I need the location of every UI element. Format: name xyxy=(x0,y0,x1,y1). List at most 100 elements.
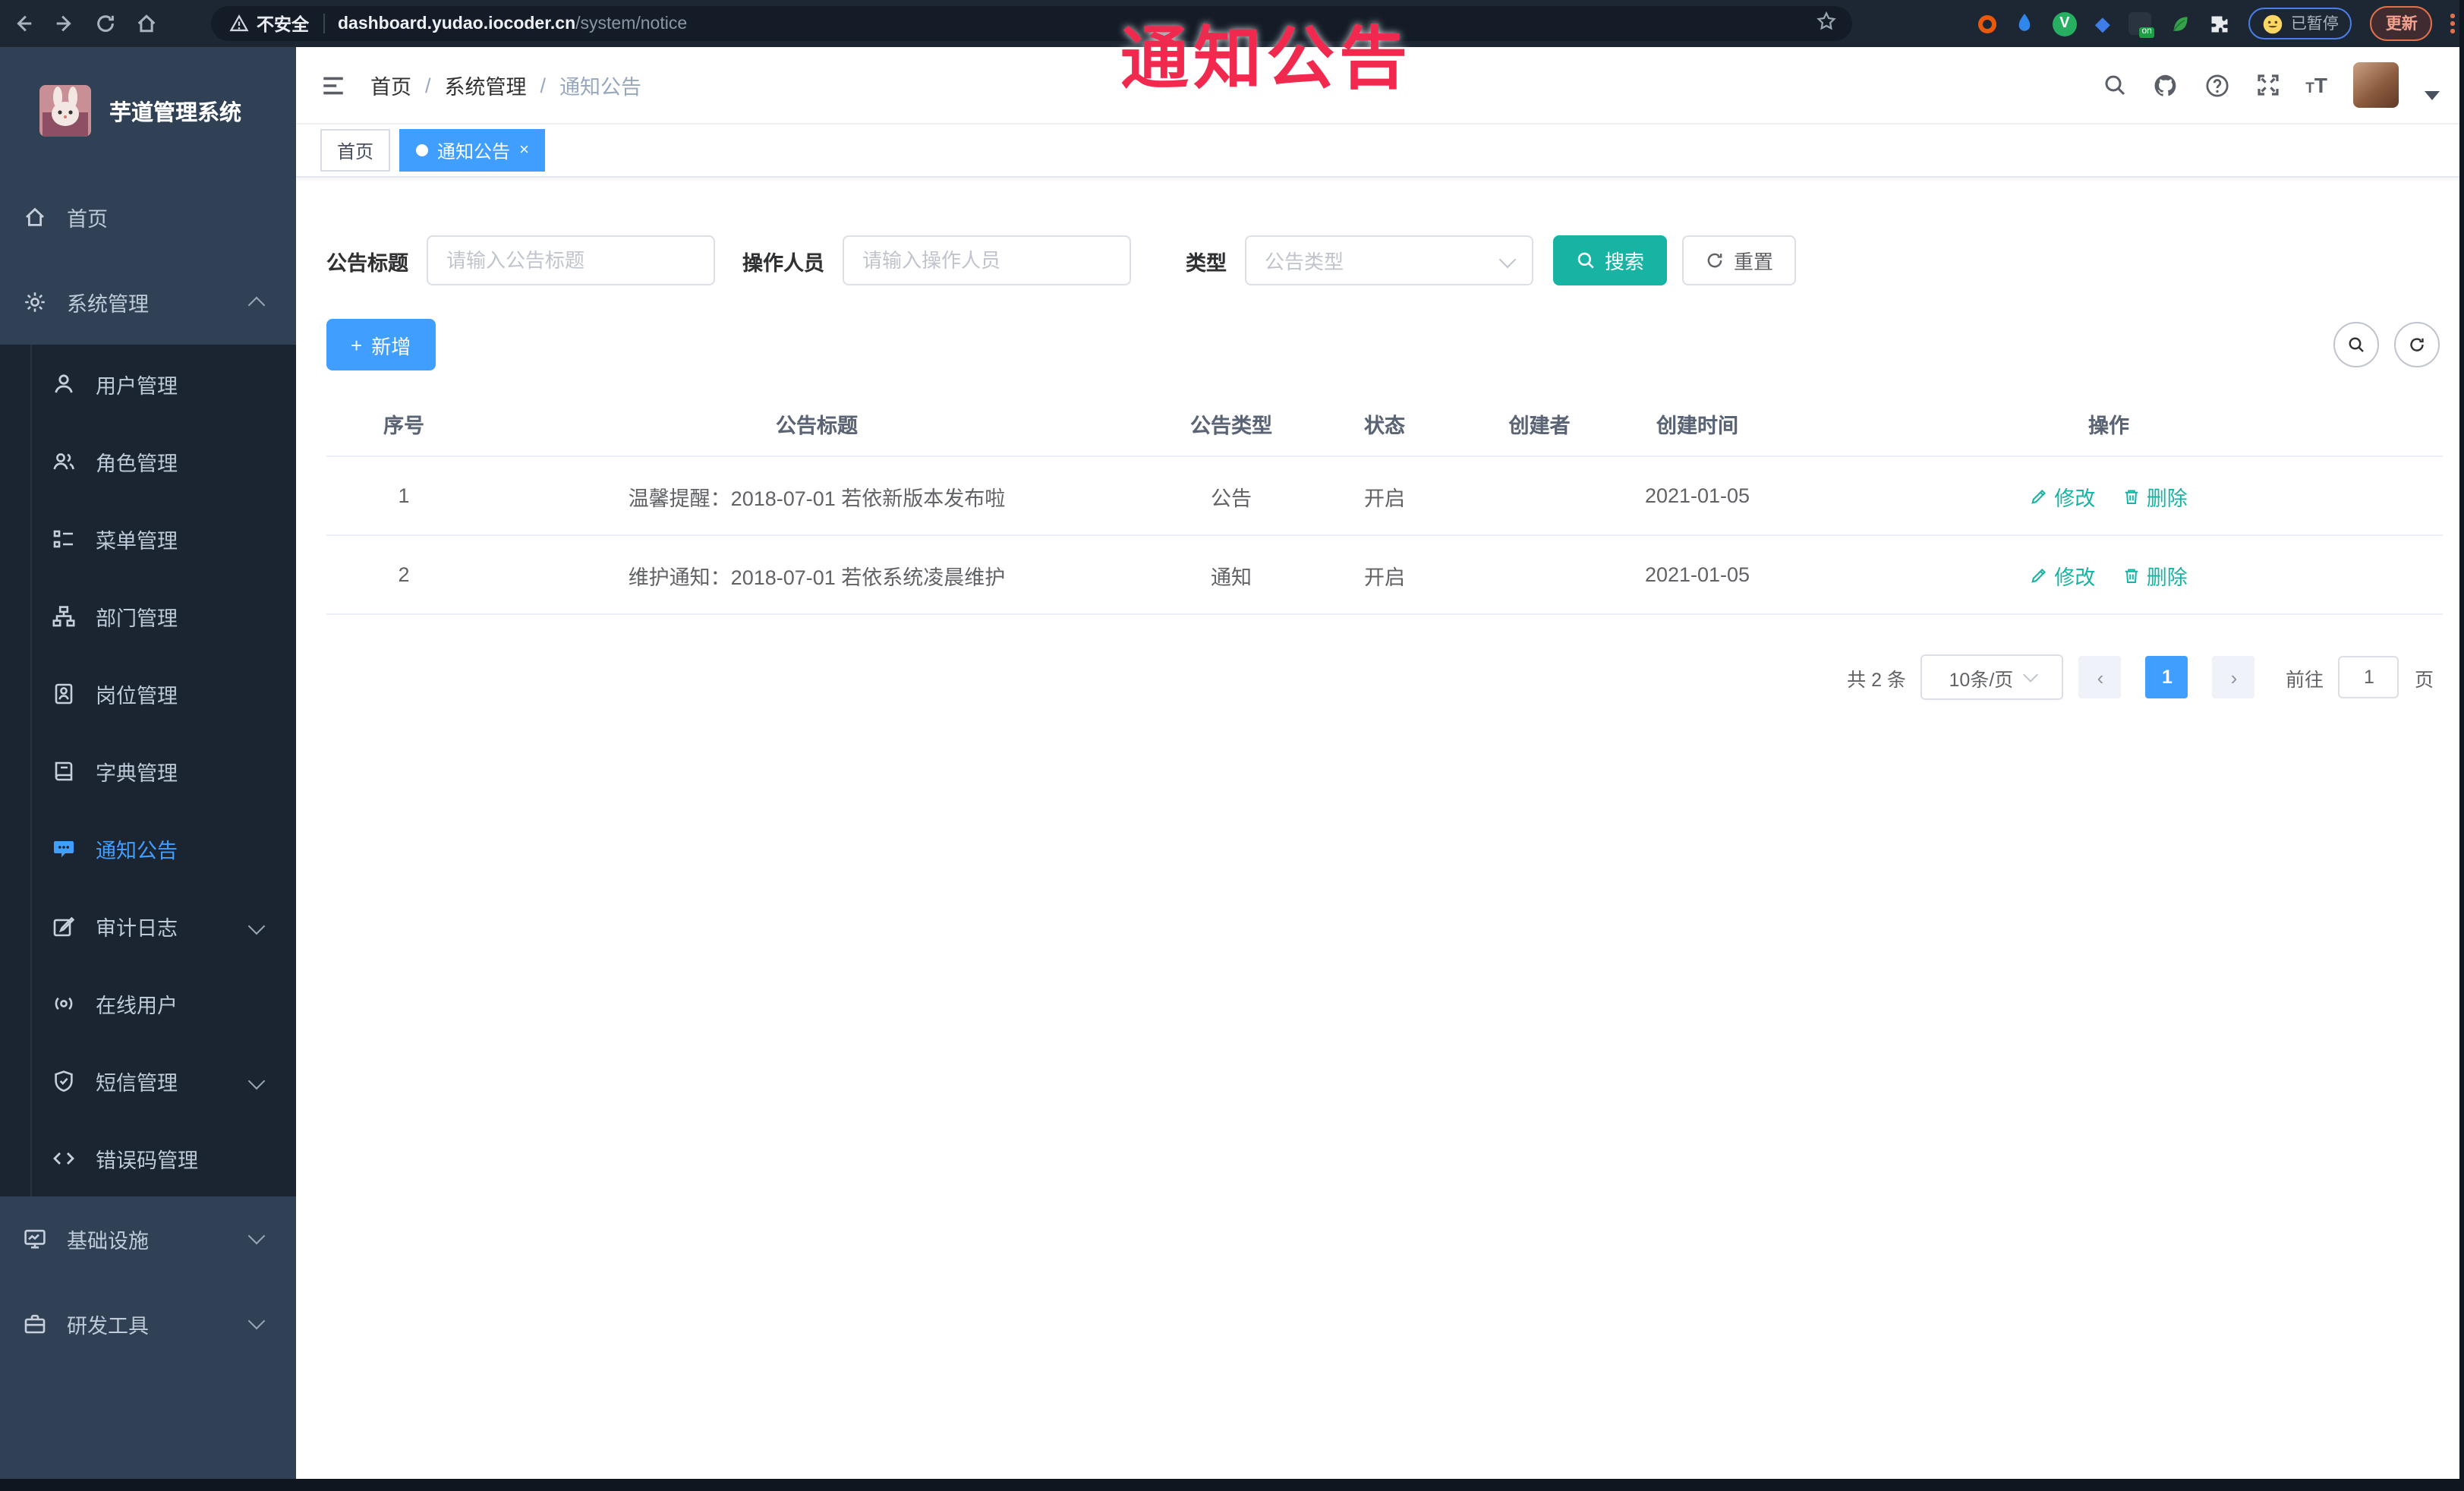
back-icon[interactable] xyxy=(12,12,35,35)
address-separator xyxy=(323,14,324,33)
shield-icon xyxy=(55,1070,73,1092)
page-size-select[interactable]: 10条/页 xyxy=(1920,654,2064,700)
refresh-button[interactable] xyxy=(2394,322,2440,367)
sidebar-item-departments[interactable]: 部门管理 xyxy=(0,577,296,654)
total-count: 共 2 条 xyxy=(1847,669,1906,690)
reset-button[interactable]: 重置 xyxy=(1682,235,1797,285)
extensions-puzzle-icon[interactable] xyxy=(2209,13,2230,34)
font-size-icon[interactable]: TT xyxy=(2305,73,2327,97)
sidebar-item-notice[interactable]: 通知公告 xyxy=(0,809,296,887)
extension-orange-icon[interactable] xyxy=(1977,14,1996,33)
title-filter-input[interactable] xyxy=(427,235,715,285)
cell-creator xyxy=(1459,535,1620,615)
extension-drop-icon[interactable] xyxy=(2015,12,2034,35)
sidebar-item-dev-tools[interactable]: 研发工具 xyxy=(0,1281,296,1366)
search-button[interactable]: 搜索 xyxy=(1553,235,1668,285)
chevron-down-icon xyxy=(247,1312,266,1330)
cell-status: 开启 xyxy=(1310,456,1459,536)
cell-title: 温馨提醒：2018-07-01 若依新版本发布啦 xyxy=(481,456,1152,536)
table-header-row: 序号 公告标题 公告类型 状态 创建者 创建时间 操作 xyxy=(326,392,2443,457)
reload-icon[interactable] xyxy=(94,12,117,35)
breadcrumb-home[interactable]: 首页 xyxy=(370,70,411,100)
add-button[interactable]: + 新增 xyxy=(326,319,436,370)
sidebar-item-home[interactable]: 首页 xyxy=(0,175,296,260)
delete-link[interactable]: 删除 xyxy=(2122,560,2188,590)
table-row: 1 温馨提醒：2018-07-01 若依新版本发布啦 公告 开启 2021-01… xyxy=(326,456,2443,536)
next-page-button[interactable]: › xyxy=(2212,656,2255,698)
browser-menu-icon[interactable] xyxy=(2450,14,2455,33)
tab-close-icon[interactable]: × xyxy=(519,141,529,159)
pencil-icon xyxy=(2031,568,2047,582)
sidebar-item-sms[interactable]: 短信管理 xyxy=(0,1042,296,1119)
edit-link[interactable]: 修改 xyxy=(2030,481,2095,511)
dashboard-icon xyxy=(26,207,44,226)
sidebar-item-roles[interactable]: 角色管理 xyxy=(0,422,296,500)
title-filter-label: 公告标题 xyxy=(326,251,408,274)
tab-home[interactable]: 首页 xyxy=(320,129,391,172)
address-bar[interactable]: 不安全 dashboard.yudao.iocoder.cn/system/no… xyxy=(211,6,1852,41)
reset-button-icon xyxy=(1707,253,1722,268)
badge-icon xyxy=(55,682,73,704)
operator-filter-input[interactable] xyxy=(843,235,1131,285)
delete-link[interactable]: 删除 xyxy=(2122,481,2188,511)
sidebar-item-dict[interactable]: 字典管理 xyxy=(0,732,296,809)
cell-type: 通知 xyxy=(1152,535,1310,615)
goto-page-input[interactable] xyxy=(2338,656,2399,698)
toolbox-icon xyxy=(24,1314,46,1334)
sidebar-item-infrastructure[interactable]: 基础设施 xyxy=(0,1196,296,1281)
type-filter-select[interactable]: 公告类型 xyxy=(1245,235,1533,285)
sidebar-item-audit-log[interactable]: 审计日志 xyxy=(0,887,296,964)
breadcrumb-system[interactable]: 系统管理 xyxy=(445,70,527,100)
type-filter-label: 类型 xyxy=(1186,251,1227,274)
user-dropdown-caret-icon[interactable] xyxy=(2425,91,2440,100)
annotation-overlay-text: 通知公告 xyxy=(1120,20,1413,97)
chevron-down-icon xyxy=(247,1072,266,1090)
home-nav-icon[interactable] xyxy=(135,12,158,35)
sidebar-item-posts[interactable]: 岗位管理 xyxy=(0,654,296,732)
message-icon xyxy=(54,840,74,857)
security-label[interactable]: 不安全 xyxy=(257,11,309,36)
github-icon[interactable] xyxy=(2152,72,2178,98)
col-title: 公告标题 xyxy=(481,392,1152,457)
sidebar-item-error-codes[interactable]: 错误码管理 xyxy=(0,1119,296,1196)
sidebar-item-menus[interactable]: 菜单管理 xyxy=(0,500,296,577)
online-icon xyxy=(55,996,73,1010)
sidebar-item-label: 基础设施 xyxy=(67,1230,149,1253)
col-no: 序号 xyxy=(326,392,481,457)
user-avatar[interactable] xyxy=(2353,62,2399,108)
edit-link[interactable]: 修改 xyxy=(2030,560,2095,590)
profile-paused-pill[interactable]: 已暂停 xyxy=(2248,8,2352,39)
sidebar-item-label: 字典管理 xyxy=(96,761,178,784)
tab-notice[interactable]: 通知公告 × xyxy=(399,129,546,172)
menu-tree-icon xyxy=(53,529,73,547)
search-button-icon xyxy=(1577,252,1594,269)
forward-icon[interactable] xyxy=(53,12,76,35)
help-icon[interactable] xyxy=(2204,72,2229,98)
users-icon xyxy=(53,452,74,469)
extension-diamond-icon[interactable]: ◆ xyxy=(2095,14,2110,33)
page-number-current[interactable]: 1 xyxy=(2145,656,2188,698)
sidebar-item-users[interactable]: 用户管理 xyxy=(0,345,296,422)
col-creator: 创建者 xyxy=(1459,392,1620,457)
monitor-icon xyxy=(24,1229,46,1249)
breadcrumb: 首页 / 系统管理 / 通知公告 xyxy=(370,70,641,100)
sidebar-item-label: 首页 xyxy=(67,208,108,231)
fullscreen-icon[interactable] xyxy=(2255,73,2280,97)
extension-on-icon[interactable]: on xyxy=(2128,12,2154,38)
bookmark-star-icon[interactable] xyxy=(1816,11,1837,36)
tags-view-bar: 首页 通知公告 × xyxy=(296,125,2464,178)
col-type: 公告类型 xyxy=(1152,392,1310,457)
extension-leaf-icon[interactable] xyxy=(2169,13,2191,34)
sidebar-item-system[interactable]: 系统管理 xyxy=(0,260,296,345)
toggle-search-button[interactable] xyxy=(2333,322,2379,367)
app-logo[interactable]: 芋道管理系统 xyxy=(0,47,296,175)
goto-label: 前往 xyxy=(2285,669,2324,690)
sidebar-item-online-users[interactable]: 在线用户 xyxy=(0,964,296,1042)
browser-update-button[interactable]: 更新 xyxy=(2370,6,2433,41)
active-tab-dot xyxy=(416,144,429,156)
logo-avatar xyxy=(39,85,91,137)
extension-green-icon[interactable]: V xyxy=(2052,11,2077,36)
hamburger-icon[interactable] xyxy=(320,72,346,98)
search-icon[interactable] xyxy=(2102,73,2126,97)
prev-page-button[interactable]: ‹ xyxy=(2078,656,2122,698)
